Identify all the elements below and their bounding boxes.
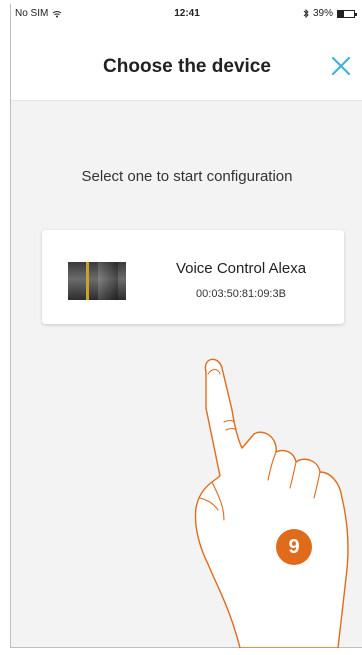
step-badge: 9	[276, 529, 312, 565]
status-right: 39%	[303, 8, 357, 19]
status-bar: No SIM 12:41 39%	[11, 4, 362, 24]
close-icon	[331, 56, 351, 76]
device-thumbnail	[68, 262, 126, 300]
battery-level	[338, 10, 345, 17]
header: Choose the device	[11, 24, 362, 101]
device-card[interactable]: Voice Control Alexa 00:03:50:81:09:3B	[42, 230, 344, 324]
close-button[interactable]	[329, 54, 353, 78]
thumbnail-stripe	[86, 262, 89, 300]
battery-percent: 39%	[312, 8, 333, 19]
battery-icon	[337, 9, 357, 18]
tap-hand-icon	[194, 358, 349, 648]
thumbnail-shade	[98, 262, 118, 300]
instruction-text: Select one to start configuration	[81, 168, 293, 185]
bluetooth-icon	[303, 9, 309, 18]
device-name: Voice Control Alexa	[175, 260, 307, 277]
device-mac-address: 00:03:50:81:09:3B	[196, 288, 286, 300]
page-title: Choose the device	[103, 56, 271, 77]
